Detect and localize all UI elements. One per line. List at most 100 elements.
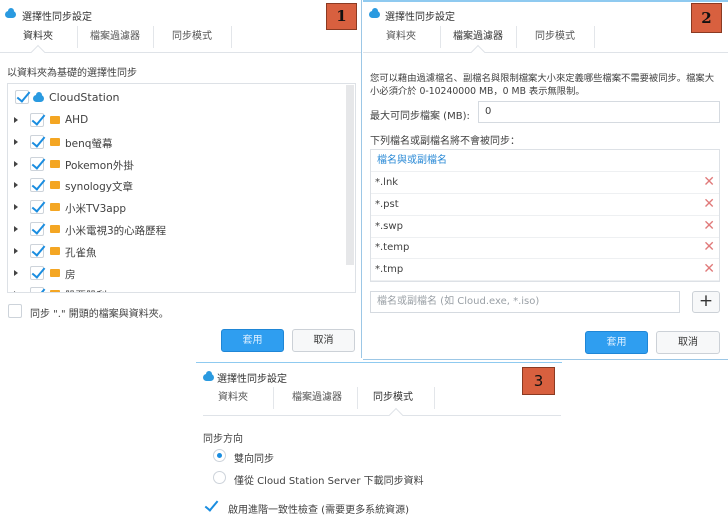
folder-tree: CloudStation AHD benq螢幕 Pokemon外掛 synolo… xyxy=(7,83,356,293)
tab-divider xyxy=(594,26,595,48)
panel-folders: 選擇性同步設定 1 資料夾 檔案過濾器 同步模式 以資料夾為基礎的選擇性同步 C… xyxy=(0,0,362,358)
tab-divider xyxy=(77,26,78,48)
folders-subtitle: 以資料夾為基礎的選擇性同步 xyxy=(7,68,137,79)
cloud-icon xyxy=(369,8,380,18)
folder-icon xyxy=(50,290,60,292)
delete-icon[interactable]: ✕ xyxy=(703,219,715,233)
tree-item[interactable]: benq螢幕 xyxy=(8,132,338,152)
folder-checkbox[interactable] xyxy=(30,134,44,149)
expand-arrow-icon[interactable] xyxy=(14,138,18,145)
folder-icon xyxy=(50,116,60,124)
tab-divider xyxy=(440,26,441,48)
folder-icon xyxy=(50,203,60,212)
folder-checkbox[interactable] xyxy=(30,222,44,236)
table-header[interactable]: 檔名與或副檔名 xyxy=(371,150,719,172)
tab-divider xyxy=(516,26,517,48)
tab-divider xyxy=(273,387,274,409)
pattern-label: *.swp xyxy=(375,220,403,232)
apply-button[interactable]: 套用 xyxy=(585,331,648,354)
panel-file-filter: 選擇性同步設定 2 資料夾 檔案過濾器 同步模式 您可以藉由過濾檔名、副檔名與限… xyxy=(363,0,728,360)
tree-item[interactable]: 股票股利 xyxy=(8,284,338,292)
expand-arrow-icon[interactable] xyxy=(14,117,18,123)
delete-icon[interactable]: ✕ xyxy=(703,262,715,276)
expand-arrow-icon[interactable] xyxy=(14,247,18,254)
tree-item[interactable]: synology文章 xyxy=(8,175,338,195)
exclude-label: 下列檔名或副檔名將不會被同步： xyxy=(370,136,520,147)
tab-sync-mode[interactable]: 同步模式 xyxy=(520,30,590,48)
dot-files-checkbox[interactable] xyxy=(8,304,22,318)
expand-arrow-icon[interactable] xyxy=(14,204,18,211)
root-checkbox[interactable] xyxy=(15,90,29,104)
max-size-input[interactable]: 0 xyxy=(478,101,720,123)
radio-two-way[interactable] xyxy=(213,449,226,462)
tab-bar-line xyxy=(0,52,361,53)
root-label: CloudStation xyxy=(49,91,120,104)
badge-1: 1 xyxy=(326,3,357,30)
folder-checkbox[interactable] xyxy=(30,243,44,258)
tree-item[interactable]: AHD xyxy=(8,110,338,130)
pattern-row[interactable]: *.tmp ✕ xyxy=(371,259,719,282)
pattern-row[interactable]: *.lnk ✕ xyxy=(371,172,719,194)
folder-checkbox[interactable] xyxy=(30,200,44,215)
radio-download-only[interactable] xyxy=(213,471,226,484)
tab-sync-mode[interactable]: 同步模式 xyxy=(358,391,428,409)
expand-arrow-icon[interactable] xyxy=(14,160,18,167)
folder-label: 房 xyxy=(65,268,76,281)
pattern-row[interactable]: *.temp ✕ xyxy=(371,237,719,260)
folder-checkbox[interactable] xyxy=(30,265,44,280)
tree-item[interactable]: Pokemon外掛 xyxy=(8,154,338,174)
add-pattern-button[interactable]: + xyxy=(692,291,720,313)
tree-item[interactable]: 房 xyxy=(8,263,338,283)
advanced-check-checkbox[interactable] xyxy=(205,502,217,510)
cancel-button[interactable]: 取消 xyxy=(292,329,355,352)
folder-icon xyxy=(50,225,60,233)
folder-icon xyxy=(50,246,60,255)
folder-label: 小米TV3app xyxy=(65,203,127,216)
folder-checkbox[interactable] xyxy=(30,156,44,171)
folder-label: Pokemon外掛 xyxy=(65,159,134,172)
tab-folders[interactable]: 資料夾 xyxy=(371,30,431,48)
advanced-check-label: 啟用進階一致性檢查 (需要更多系統資源) xyxy=(228,505,409,516)
tab-file-filter[interactable]: 檔案過濾器 xyxy=(282,391,352,409)
tab-divider xyxy=(434,387,435,409)
pattern-input[interactable]: 檔名或副檔名 (如 Cloud.exe, *.iso) xyxy=(370,291,680,313)
dialog-title: 選擇性同步設定 xyxy=(217,374,287,385)
folder-label: 股票股利 xyxy=(65,288,107,292)
folder-label: synology文章 xyxy=(65,181,133,194)
folder-checkbox[interactable] xyxy=(30,113,44,127)
tree-root[interactable]: CloudStation xyxy=(8,88,338,108)
expand-arrow-icon[interactable] xyxy=(14,269,18,276)
expand-arrow-icon[interactable] xyxy=(14,182,18,189)
sync-direction-label: 同步方向 xyxy=(203,434,243,445)
expand-arrow-icon[interactable] xyxy=(14,291,18,292)
folder-checkbox[interactable] xyxy=(30,287,44,292)
folder-label: 小米電視3的心路歷程 xyxy=(65,225,167,237)
badge-2: 2 xyxy=(691,3,722,33)
expand-arrow-icon[interactable] xyxy=(14,226,18,232)
tab-folders[interactable]: 資料夾 xyxy=(203,391,263,409)
apply-button[interactable]: 套用 xyxy=(221,329,284,352)
delete-icon[interactable]: ✕ xyxy=(703,175,715,189)
folder-icon xyxy=(50,159,60,168)
filter-description-line1: 您可以藉由過濾檔名、副檔名與限制檔案大小來定義哪些檔案不需要被同步。檔案大 xyxy=(370,73,714,84)
delete-icon[interactable]: ✕ xyxy=(703,240,715,254)
folder-label: 孔雀魚 xyxy=(65,246,97,259)
tab-file-filter[interactable]: 檔案過濾器 xyxy=(80,30,150,48)
tree-scrollbar[interactable] xyxy=(346,85,354,265)
folder-checkbox[interactable] xyxy=(30,178,44,193)
folder-label: AHD xyxy=(65,114,89,126)
cloud-icon xyxy=(5,8,16,18)
cancel-button[interactable]: 取消 xyxy=(656,331,720,354)
pattern-row[interactable]: *.pst ✕ xyxy=(371,194,719,216)
radio-download-only-label: 僅從 Cloud Station Server 下載同步資料 xyxy=(234,476,424,487)
delete-icon[interactable]: ✕ xyxy=(703,197,715,211)
tree-item[interactable]: 孔雀魚 xyxy=(8,241,338,261)
tab-divider xyxy=(231,26,232,48)
tree-item[interactable]: 小米TV3app xyxy=(8,197,338,217)
pattern-row[interactable]: *.swp ✕ xyxy=(371,216,719,238)
folder-icon xyxy=(50,268,60,277)
exclude-table: 檔名與或副檔名 *.lnk ✕ *.pst ✕ *.swp ✕ *.temp ✕ *.tmp ✕ xyxy=(370,149,720,282)
dot-files-label: 同步 "." 開頭的檔案與資料夾。 xyxy=(30,309,169,320)
tab-sync-mode[interactable]: 同步模式 xyxy=(157,30,227,48)
tree-item[interactable]: 小米電視3的心路歷程 xyxy=(8,219,338,239)
